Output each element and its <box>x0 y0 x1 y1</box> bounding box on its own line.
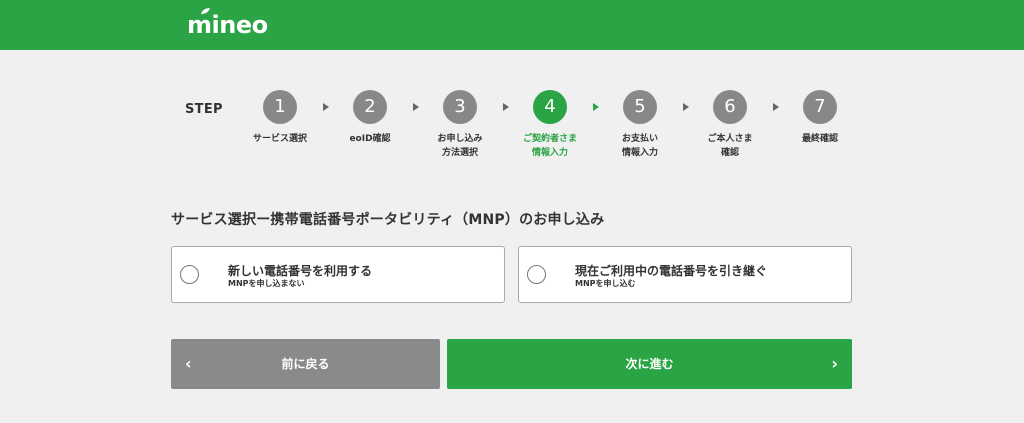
step-text: eoID確認 <box>349 134 391 144</box>
step-5: 5 お支払い 情報入力 <box>592 90 688 160</box>
step-number: 6 <box>713 90 747 124</box>
option-subtitle: MNPを申し込まない <box>228 279 305 288</box>
logo[interactable]: mineo <box>187 12 268 38</box>
step-3: 3 お申し込み 方法選択 <box>412 90 508 160</box>
step-number: 3 <box>443 90 477 124</box>
back-button-label: 前に戻る <box>281 357 330 371</box>
option-subtitle: MNPを申し込む <box>575 279 636 288</box>
option-title: 現在ご利用中の電話番号を引き継ぐ <box>575 264 768 278</box>
option-keep-number[interactable]: 現在ご利用中の電話番号を引き継ぐ MNPを申し込む <box>518 246 852 303</box>
step-number: 7 <box>803 90 837 124</box>
step-6: 6 ご本人さま 確認 <box>682 90 778 160</box>
step-text: 最終確認 <box>801 134 838 144</box>
option-new-number[interactable]: 新しい電話番号を利用する MNPを申し込まない <box>171 246 505 303</box>
step-4: 4 ご契約者さま 情報入力 <box>502 90 598 160</box>
step-7: 7 最終確認 <box>772 90 868 146</box>
step-2: 2 eoID確認 <box>322 90 418 146</box>
step-number: 4 <box>533 90 567 124</box>
step-number: 2 <box>353 90 387 124</box>
next-button-label: 次に進む <box>625 357 674 371</box>
step-text: ご契約者さま 情報入力 <box>522 134 577 158</box>
step-number: 5 <box>623 90 657 124</box>
option-title: 新しい電話番号を利用する <box>228 264 373 278</box>
step-label: STEP <box>185 102 223 117</box>
next-button[interactable]: 次に進む › <box>447 339 852 389</box>
step-text: お申し込み 方法選択 <box>437 134 483 158</box>
chevron-right-icon: › <box>831 354 838 373</box>
header-bar: mineo <box>0 0 1024 50</box>
step-number: 1 <box>263 90 297 124</box>
chevron-left-icon: ‹ <box>185 354 192 373</box>
step-text: お支払い 情報入力 <box>621 134 658 158</box>
page-title: サービス選択ー携帯電話番号ポータビリティ（MNP）のお申し込み <box>171 212 605 228</box>
step-text: サービス選択 <box>252 134 307 144</box>
radio-button[interactable] <box>527 265 546 284</box>
step-1: 1 サービス選択 <box>232 90 328 146</box>
radio-button[interactable] <box>180 265 199 284</box>
back-button[interactable]: ‹ 前に戻る <box>171 339 440 389</box>
step-text: ご本人さま 確認 <box>707 134 753 158</box>
